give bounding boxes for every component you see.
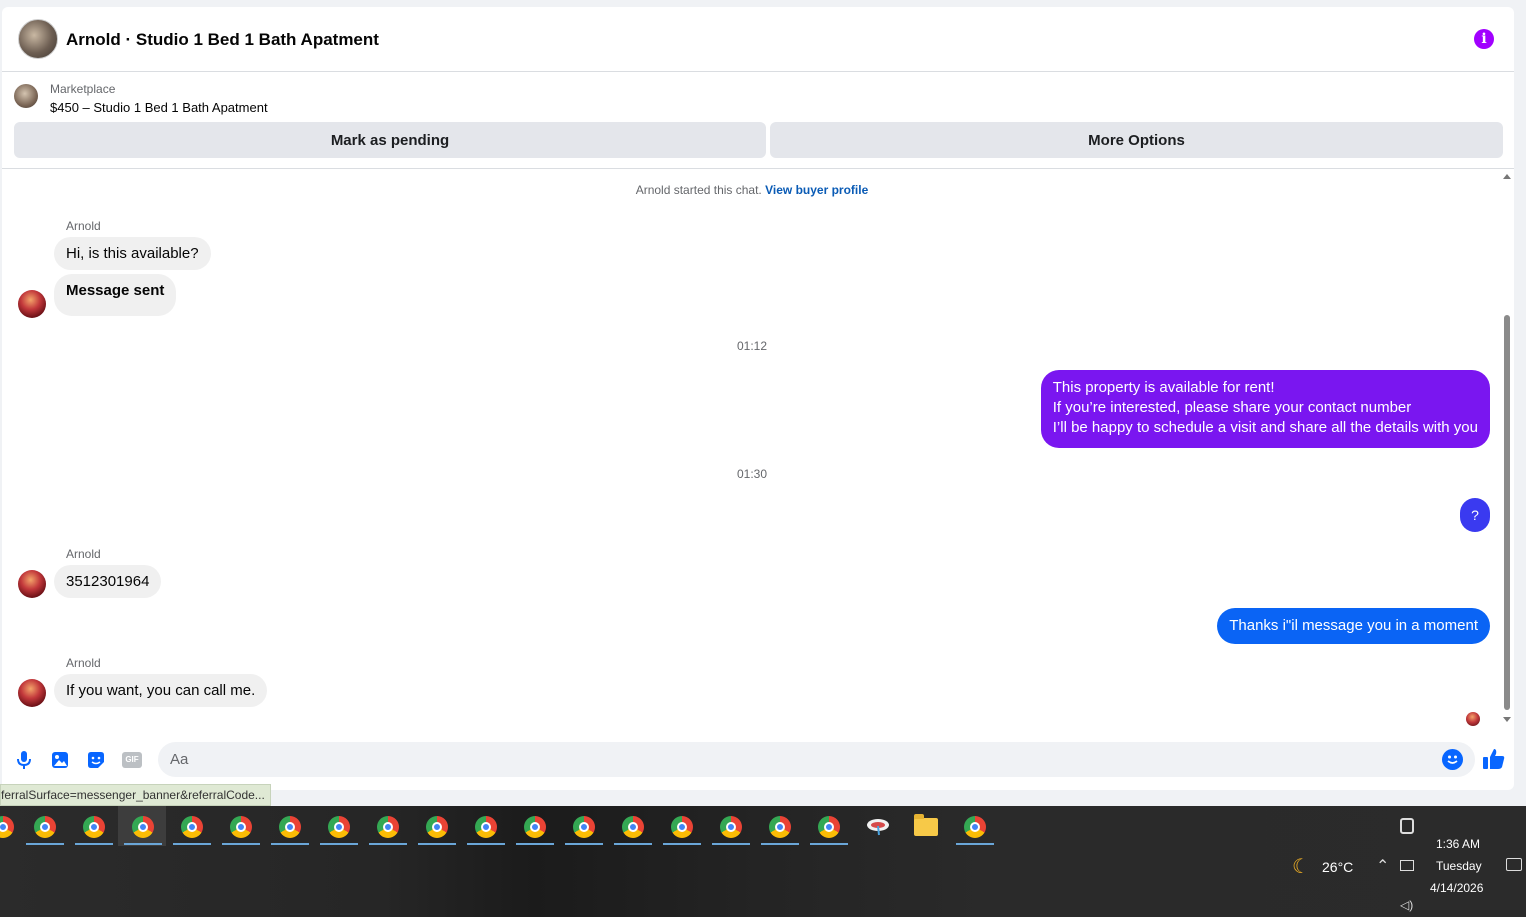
message-incoming[interactable]: Message sent	[54, 274, 177, 316]
taskbar-indicator	[467, 843, 505, 845]
file-explorer-icon[interactable]	[914, 814, 938, 836]
taskbar-indicator	[418, 843, 456, 845]
scrollbar-thumb[interactable]	[1504, 315, 1510, 710]
app-icon[interactable]	[866, 818, 890, 836]
clock-time[interactable]: 1:36 AM	[1436, 837, 1480, 851]
taskbar-indicator	[663, 843, 701, 845]
chrome-icon[interactable]	[573, 816, 595, 838]
chrome-icon[interactable]	[230, 816, 252, 838]
message-incoming[interactable]: Hi, is this available?	[54, 237, 211, 270]
taskbar-indicator	[956, 843, 994, 845]
listing-thumbnail[interactable]	[14, 84, 38, 108]
listing-title[interactable]: $450 – Studio 1 Bed 1 Bath Apatment	[50, 100, 268, 115]
message-line: If you’re interested, please share your …	[1052, 399, 1412, 416]
message-line: This property is available for rent!	[1052, 379, 1275, 396]
timestamp: 01:12	[736, 339, 768, 353]
taskbar-indicator	[26, 843, 64, 845]
taskbar-indicator	[173, 843, 211, 845]
clock-date[interactable]: 4/14/2026	[1430, 881, 1483, 895]
message-outgoing[interactable]: Thanks i"il message you in a moment	[1217, 608, 1490, 644]
chrome-icon[interactable]	[377, 816, 399, 838]
taskbar-indicator	[565, 843, 603, 845]
chat-header: Arnold · Studio 1 Bed 1 Bath Apatment i	[2, 7, 1514, 72]
sender-avatar[interactable]	[18, 290, 46, 318]
sender-avatar[interactable]	[18, 679, 46, 707]
taskbar-indicator	[810, 843, 848, 845]
chrome-icon[interactable]	[818, 816, 840, 838]
listing-avatar[interactable]	[18, 19, 58, 59]
taskbar-indicator	[320, 843, 358, 845]
chrome-icon[interactable]	[475, 816, 497, 838]
info-icon[interactable]: i	[1474, 29, 1494, 49]
chrome-icon[interactable]	[622, 816, 644, 838]
taskbar-indicator	[75, 843, 113, 845]
chevron-up-icon[interactable]: ⌃	[1376, 856, 1389, 876]
taskbar-indicator	[761, 843, 799, 845]
view-buyer-profile-link[interactable]: View buyer profile	[765, 183, 868, 197]
sender-name: Arnold	[66, 219, 101, 233]
chat-title[interactable]: Arnold · Studio 1 Bed 1 Bath Apatment	[66, 30, 379, 50]
microphone-icon[interactable]	[14, 750, 34, 770]
taskbar-indicator	[712, 843, 750, 845]
photo-icon[interactable]	[50, 750, 70, 770]
taskbar: ☾ 26°C ⌃ 1:36 AM Tuesday 4/14/2026 ◁)	[0, 806, 1526, 917]
timestamp: 01:30	[736, 467, 768, 481]
message-incoming[interactable]: 3512301964	[54, 565, 162, 598]
taskbar-indicator	[369, 843, 407, 845]
thumbs-up-icon[interactable]	[1482, 747, 1506, 771]
listing-source: Marketplace	[50, 82, 116, 96]
sender-avatar[interactable]	[18, 570, 46, 598]
scroll-down-arrow[interactable]	[1503, 717, 1511, 722]
chat-start-text: Arnold started this chat.	[635, 183, 762, 197]
taskbar-indicator	[124, 843, 162, 845]
taskbar-indicator	[614, 843, 652, 845]
gif-icon[interactable]: GIF	[122, 752, 142, 768]
chrome-icon[interactable]	[83, 816, 105, 838]
taskbar-indicator	[222, 843, 260, 845]
chrome-icon[interactable]	[769, 816, 791, 838]
sender-name: Arnold	[66, 547, 101, 561]
chrome-icon[interactable]	[181, 816, 203, 838]
chrome-icon[interactable]	[671, 816, 693, 838]
scroll-up-arrow[interactable]	[1503, 174, 1511, 179]
message-outgoing[interactable]: This property is available for rent! If …	[1040, 370, 1490, 448]
message-line: I’ll be happy to schedule a visit and sh…	[1052, 419, 1478, 436]
chrome-icon[interactable]	[0, 816, 14, 838]
weather-temp[interactable]: 26°C	[1322, 859, 1353, 875]
clock-day[interactable]: Tuesday	[1436, 859, 1482, 873]
message-outgoing[interactable]: ?	[1460, 498, 1490, 532]
emoji-icon[interactable]	[1442, 749, 1463, 770]
sticker-icon[interactable]	[86, 750, 106, 770]
meet-now-icon[interactable]	[1400, 818, 1414, 834]
network-icon[interactable]	[1400, 860, 1414, 871]
chrome-icon[interactable]	[964, 816, 986, 838]
taskbar-indicator	[271, 843, 309, 845]
chrome-icon[interactable]	[34, 816, 56, 838]
sender-name: Arnold	[66, 656, 101, 670]
status-bar-url: ferralSurface=messenger_banner&referralC…	[0, 784, 271, 806]
divider	[2, 168, 1514, 169]
volume-icon[interactable]: ◁)	[1400, 898, 1413, 912]
chat-start-notice: Arnold started this chat. View buyer pro…	[2, 183, 1502, 197]
taskbar-indicator	[516, 843, 554, 845]
mark-as-pending-button[interactable]: Mark as pending	[14, 122, 766, 158]
chrome-icon[interactable]	[279, 816, 301, 838]
message-incoming[interactable]: If you want, you can call me.	[54, 674, 268, 707]
chrome-icon[interactable]	[132, 816, 154, 838]
chrome-icon[interactable]	[426, 816, 448, 838]
more-options-button[interactable]: More Options	[770, 122, 1503, 158]
chrome-icon[interactable]	[328, 816, 350, 838]
chrome-icon[interactable]	[524, 816, 546, 838]
chat-window: Arnold · Studio 1 Bed 1 Bath Apatment i …	[2, 7, 1514, 790]
chrome-icon[interactable]	[720, 816, 742, 838]
notifications-icon[interactable]	[1506, 858, 1522, 871]
moon-icon: ☾	[1292, 856, 1310, 878]
seen-receipt-avatar	[1466, 712, 1480, 726]
message-input[interactable]	[158, 742, 1475, 777]
